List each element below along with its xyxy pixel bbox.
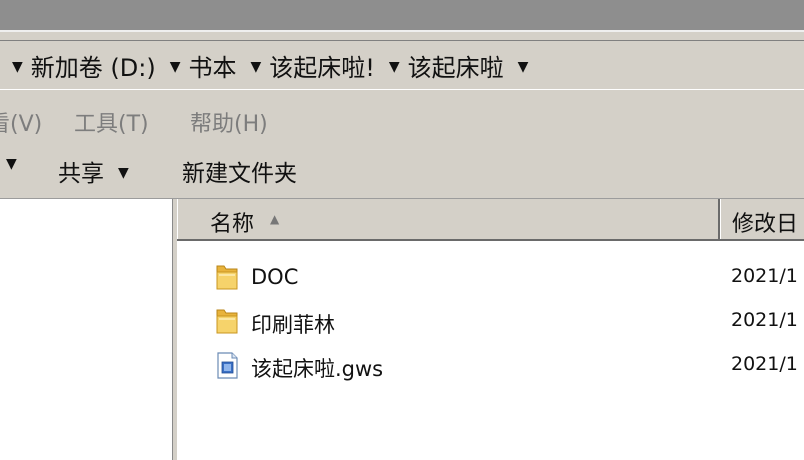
new-folder-button[interactable]: 新建文件夹	[182, 154, 297, 188]
folder-icon	[216, 265, 238, 290]
file-row[interactable]: 该起床啦.gws 2021/1	[177, 345, 804, 385]
file-date: 2021/1	[731, 265, 798, 287]
file-row[interactable]: DOC 2021/1	[177, 257, 804, 297]
window-titlebar	[0, 0, 804, 30]
menu-view[interactable]: 看(V)	[0, 106, 42, 138]
chevron-down-icon[interactable]: ▼	[12, 59, 23, 75]
menu-tools[interactable]: 工具(T)	[74, 106, 149, 138]
chevron-down-icon[interactable]: ▼	[6, 156, 17, 172]
file-name[interactable]: 印刷菲林	[251, 309, 335, 339]
file-name[interactable]: 该起床啦.gws	[251, 353, 383, 383]
folder-icon	[216, 309, 238, 334]
breadcrumb-label[interactable]: 该起床啦	[408, 48, 504, 83]
file-date: 2021/1	[731, 353, 798, 375]
chevron-down-icon[interactable]: ▼	[518, 59, 529, 75]
breadcrumb-label[interactable]: 新加卷 (D:)	[31, 48, 156, 83]
file-list[interactable]: 名称 ▲ 修改日 DOC 2021/1 印刷菲林 2021/1 该起床啦.gws…	[177, 199, 804, 460]
navigation-pane[interactable]	[0, 199, 172, 460]
breadcrumb-folder-parent[interactable]: ▼ 该起床啦!	[236, 48, 374, 83]
document-icon	[217, 352, 238, 379]
chevron-down-icon[interactable]: ▼	[118, 165, 129, 181]
new-folder-label[interactable]: 新建文件夹	[182, 154, 297, 188]
breadcrumb-label[interactable]: 该起床啦!	[269, 48, 375, 83]
column-header: 名称 ▲ 修改日	[177, 199, 804, 241]
chevron-down-icon[interactable]: ▼	[170, 59, 181, 75]
column-name-label[interactable]: 名称	[210, 206, 254, 238]
menu-help[interactable]: 帮助(H)	[190, 106, 268, 138]
breadcrumb-label[interactable]: 书本	[188, 48, 236, 83]
menu-bar: 看(V) 工具(T) 帮助(H)	[0, 96, 804, 144]
file-row[interactable]: 印刷菲林 2021/1	[177, 301, 804, 341]
file-name[interactable]: DOC	[251, 265, 298, 289]
breadcrumb-drive[interactable]: ▼ 新加卷 (D:)	[0, 48, 156, 83]
share-button[interactable]: 共享 ▼	[58, 154, 129, 188]
column-modified-label[interactable]: 修改日	[732, 206, 798, 238]
organize-dropdown-arrow[interactable]: ▼	[0, 154, 17, 172]
breadcrumb-folder-current[interactable]: ▼ 该起床啦 ▼	[375, 48, 537, 83]
column-header-modified[interactable]: 修改日	[718, 199, 804, 239]
file-date: 2021/1	[731, 309, 798, 331]
chevron-down-icon[interactable]: ▼	[389, 59, 400, 75]
breadcrumb-book[interactable]: ▼ 书本	[156, 48, 237, 83]
share-label[interactable]: 共享	[58, 154, 104, 188]
chevron-down-icon[interactable]: ▼	[250, 59, 261, 75]
sort-ascending-icon: ▲	[270, 212, 280, 226]
command-bar: ▼ 共享 ▼ 新建文件夹	[0, 144, 804, 199]
breadcrumb[interactable]: ▼ 新加卷 (D:) ▼ 书本 ▼ 该起床啦! ▼ 该起床啦 ▼	[0, 40, 804, 90]
column-header-name[interactable]: 名称 ▲	[177, 199, 717, 239]
address-bar: ▼ 新加卷 (D:) ▼ 书本 ▼ 该起床啦! ▼ 该起床啦 ▼	[0, 30, 804, 96]
